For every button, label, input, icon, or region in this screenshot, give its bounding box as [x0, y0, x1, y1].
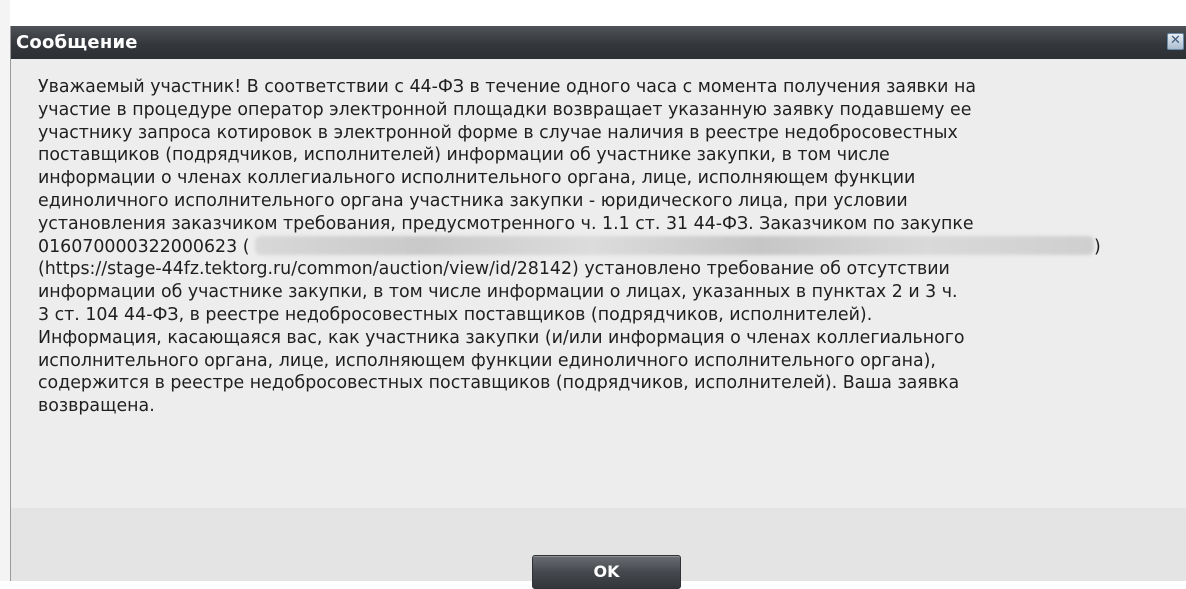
dialog-titlebar[interactable]: Сообщение ✕: [11, 26, 1186, 59]
dialog-title: Сообщение: [16, 32, 138, 53]
message-dialog: Сообщение ✕ Уважаемый участник! В соотве…: [10, 26, 1186, 589]
message-line: участие в процедуре оператор электронной…: [38, 99, 972, 120]
close-icon[interactable]: ✕: [1167, 33, 1184, 50]
purchase-number: 016070000322000623 (: [38, 236, 256, 257]
background-page: [0, 0, 10, 581]
message-line: Уважаемый участник! В соответствии с 44-…: [38, 77, 977, 97]
ok-button[interactable]: OK: [532, 555, 681, 589]
message-line: (https://stage-44fz.tektorg.ru/common/au…: [38, 259, 950, 280]
message-line: единоличного исполнительного органа учас…: [38, 190, 908, 211]
message-line: возвращена.: [38, 396, 155, 417]
purchase-close-paren: ): [1094, 236, 1101, 257]
message-line: установления заказчиком требования, пред…: [38, 213, 974, 234]
message-line: исполнительного органа, лице, исполняюще…: [38, 350, 936, 371]
message-line: 3 ст. 104 44-ФЗ, в реестре недобросовест…: [38, 304, 873, 325]
message-line: поставщиков (подрядчиков, исполнителей) …: [38, 145, 890, 166]
dialog-message: Уважаемый участник! В соответствии с 44-…: [38, 76, 1178, 418]
purchase-number-line: 016070000322000623 ( ): [38, 235, 1178, 259]
dialog-footer: OK: [11, 508, 1186, 589]
message-line: Информация, касающаяся вас, как участник…: [38, 327, 965, 348]
redacted-purchase-name: [255, 235, 1095, 255]
message-line: содержится в реестре недобросовестных по…: [38, 373, 960, 394]
message-line: информации о членах коллегиального испол…: [38, 168, 916, 189]
message-line: информации об участнике закупки, в том ч…: [38, 282, 958, 303]
message-line: участнику запроса котировок в электронно…: [38, 122, 958, 143]
